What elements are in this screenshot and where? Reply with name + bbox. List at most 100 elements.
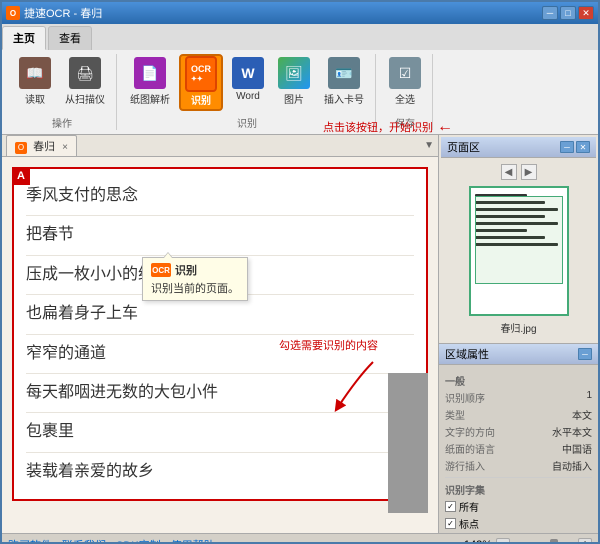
ribbon-group-read: 📖 读取 🖨 从扫描仪 操作 bbox=[8, 54, 117, 130]
annotation-arrow-svg bbox=[318, 357, 378, 417]
recognize-button-label: 识别 bbox=[191, 92, 211, 107]
ocr-text-box[interactable]: A 季风支付的思念 把春节 压成一枚小小的纸片 也扁着身子上车 窄窄的通道 每天… bbox=[12, 167, 428, 501]
props-general-label: 一般 bbox=[445, 373, 592, 388]
ocr-line-1: 把春节 bbox=[26, 216, 414, 255]
scan-button-label: 从扫描仪 bbox=[65, 91, 105, 106]
ribbon-content: 📖 读取 🖨 从扫描仪 操作 bbox=[2, 50, 598, 134]
left-panel-tab-label: 春归 bbox=[33, 141, 55, 153]
selectall-button[interactable]: ☑ 全选 bbox=[384, 54, 426, 109]
tooltip-balloon: OCR 识别 识别当前的页面。 bbox=[142, 257, 248, 301]
checkbox-1[interactable]: ✓ bbox=[445, 518, 456, 529]
left-tab-ocr-icon: O bbox=[15, 142, 27, 154]
ribbon-group-label-0: 操作 bbox=[52, 115, 72, 130]
read-button[interactable]: 📖 读取 bbox=[14, 54, 56, 109]
prop-value-4: 自动插入 bbox=[552, 458, 592, 473]
tab-view[interactable]: 查看 bbox=[48, 26, 92, 50]
region-props-content: 一般 识别顺序 1 类型 本文 文字的方向 水平本文 纸面的语言 bbox=[439, 365, 598, 533]
page-area-header: 页面区 ─ ✕ bbox=[441, 137, 596, 158]
ribbon-tab-bar: 主页 查看 bbox=[2, 24, 598, 50]
read-button-label: 读取 bbox=[25, 91, 45, 106]
region-props-header: 区域属性 ─ bbox=[439, 344, 598, 365]
status-link-contact[interactable]: 联系我们 bbox=[62, 537, 106, 544]
word-icon: W bbox=[232, 57, 264, 89]
right-panel: 页面区 ─ ✕ ◀ ▶ bbox=[438, 135, 598, 533]
prop-label-1: 类型 bbox=[445, 407, 465, 422]
thumbnail-filename: 春归.jpg bbox=[500, 320, 536, 335]
parse-button-label: 纸图解析 bbox=[130, 91, 170, 106]
prop-value-1: 本文 bbox=[572, 407, 592, 422]
paper-icon: 📄 bbox=[134, 57, 166, 89]
ocr-content-area: OCR 识别 识别当前的页面。 A 季风支付的思念 把春节 压成一枚小小的纸片 … bbox=[2, 157, 438, 533]
status-link-help[interactable]: 使用帮助 bbox=[171, 537, 215, 544]
ribbon-annotation: 点击该按钮，开始识别 ← bbox=[323, 118, 453, 136]
status-link-sdk[interactable]: SDK定制 bbox=[116, 537, 161, 544]
ocr-icon: OCR✦✦ bbox=[185, 56, 217, 92]
prop-value-2: 水平本文 bbox=[552, 424, 592, 439]
thumb-btn-1[interactable]: ◀ bbox=[501, 164, 517, 180]
prop-row-0: 识别顺序 1 bbox=[445, 390, 592, 405]
prop-label-3: 纸面的语言 bbox=[445, 441, 495, 456]
status-link-buy[interactable]: 购买软件 bbox=[8, 537, 52, 544]
checkbox-label-0: 所有 bbox=[459, 499, 479, 514]
image-icon: 🖼 bbox=[278, 57, 310, 89]
page-area-section: 页面区 ─ ✕ ◀ ▶ bbox=[439, 135, 598, 344]
zoom-level: 142% bbox=[464, 539, 492, 544]
status-links: 购买软件 联系我们 SDK定制 使用帮助 bbox=[8, 537, 215, 544]
region-props-ctrl[interactable]: ─ bbox=[578, 348, 592, 360]
word-button[interactable]: W Word bbox=[227, 54, 269, 105]
image-button-label: 图片 bbox=[284, 91, 304, 106]
prop-label-4: 游行插入 bbox=[445, 458, 485, 473]
ribbon: 主页 查看 📖 读取 🖨 从扫描仪 bbox=[2, 24, 598, 135]
prop-row-4: 游行插入 自动插入 bbox=[445, 458, 592, 473]
left-panel-tabbar: O 春归 × ▼ bbox=[2, 135, 438, 157]
charset-label: 识别字集 bbox=[445, 482, 592, 497]
checkbox-label-1: 标点 bbox=[459, 516, 479, 531]
main-window: O 捷速OCR - 春归 ─ □ ✕ 主页 查看 📖 读取 bbox=[0, 0, 600, 544]
region-props-label: 区域属性 bbox=[445, 346, 489, 362]
recognize-button[interactable]: OCR✦✦ 识别 bbox=[179, 54, 223, 111]
left-panel-dropdown[interactable]: ▼ bbox=[424, 140, 434, 151]
zoom-slider-thumb[interactable] bbox=[550, 539, 558, 544]
minimize-button[interactable]: ─ bbox=[542, 6, 558, 20]
window-title: 捷速OCR - 春归 bbox=[24, 5, 102, 21]
tooltip-title-text: 识别 bbox=[175, 262, 197, 278]
zoom-out-button[interactable]: − bbox=[496, 538, 510, 544]
page-area-ctrl-1[interactable]: ─ bbox=[560, 141, 574, 153]
region-props-section: 区域属性 ─ 一般 识别顺序 1 类型 本文 bbox=[439, 344, 598, 533]
prop-row-2: 文字的方向 水平本文 bbox=[445, 424, 592, 439]
maximize-button[interactable]: □ bbox=[560, 6, 576, 20]
prop-label-0: 识别顺序 bbox=[445, 390, 485, 405]
left-panel-tab[interactable]: O 春归 × bbox=[6, 135, 77, 156]
main-layout: O 春归 × ▼ OCR 识别 识别当前的页面。 A bbox=[2, 135, 598, 533]
prop-row-3: 纸面的语言 中国语 bbox=[445, 441, 592, 456]
read-icon: 📖 bbox=[19, 57, 51, 89]
tooltip-ocr-icon: OCR bbox=[151, 263, 171, 277]
tab-home[interactable]: 主页 bbox=[2, 26, 46, 50]
ocr-label-a: A bbox=[12, 167, 30, 185]
scan-icon: 🖨 bbox=[69, 57, 101, 89]
app-icon: O bbox=[6, 6, 20, 20]
insert-button[interactable]: 🪪 插入卡号 bbox=[319, 54, 369, 109]
checkbox-row-1: ✓ 标点 bbox=[445, 516, 592, 531]
prop-divider bbox=[445, 477, 592, 478]
left-panel-tab-close[interactable]: × bbox=[62, 142, 68, 153]
checkbox-0[interactable]: ✓ bbox=[445, 501, 456, 512]
content-annotation: 勾选需要识别的内容 bbox=[279, 337, 378, 420]
tooltip-description: 识别当前的页面。 bbox=[151, 280, 239, 296]
thumb-btn-2[interactable]: ▶ bbox=[521, 164, 537, 180]
title-bar: O 捷速OCR - 春归 ─ □ ✕ bbox=[2, 2, 598, 24]
page-area-ctrl-2[interactable]: ✕ bbox=[576, 141, 590, 153]
ocr-line-0: 季风支付的思念 bbox=[26, 177, 414, 216]
image-button[interactable]: 🖼 图片 bbox=[273, 54, 315, 109]
ribbon-group-label-1: 识别 bbox=[237, 115, 257, 130]
thumbnail-image[interactable] bbox=[469, 186, 569, 316]
zoom-in-button[interactable]: + bbox=[578, 538, 592, 544]
scan-button[interactable]: 🖨 从扫描仪 bbox=[60, 54, 110, 109]
selectall-icon: ☑ bbox=[389, 57, 421, 89]
thumbnail-toolbar: ◀ ▶ bbox=[501, 164, 537, 180]
insert-button-label: 插入卡号 bbox=[324, 91, 364, 106]
thumbnail-area: ◀ ▶ 春归.jpg bbox=[441, 158, 596, 341]
parse-button[interactable]: 📄 纸图解析 bbox=[125, 54, 175, 109]
prop-value-0: 1 bbox=[586, 390, 592, 405]
close-button[interactable]: ✕ bbox=[578, 6, 594, 20]
